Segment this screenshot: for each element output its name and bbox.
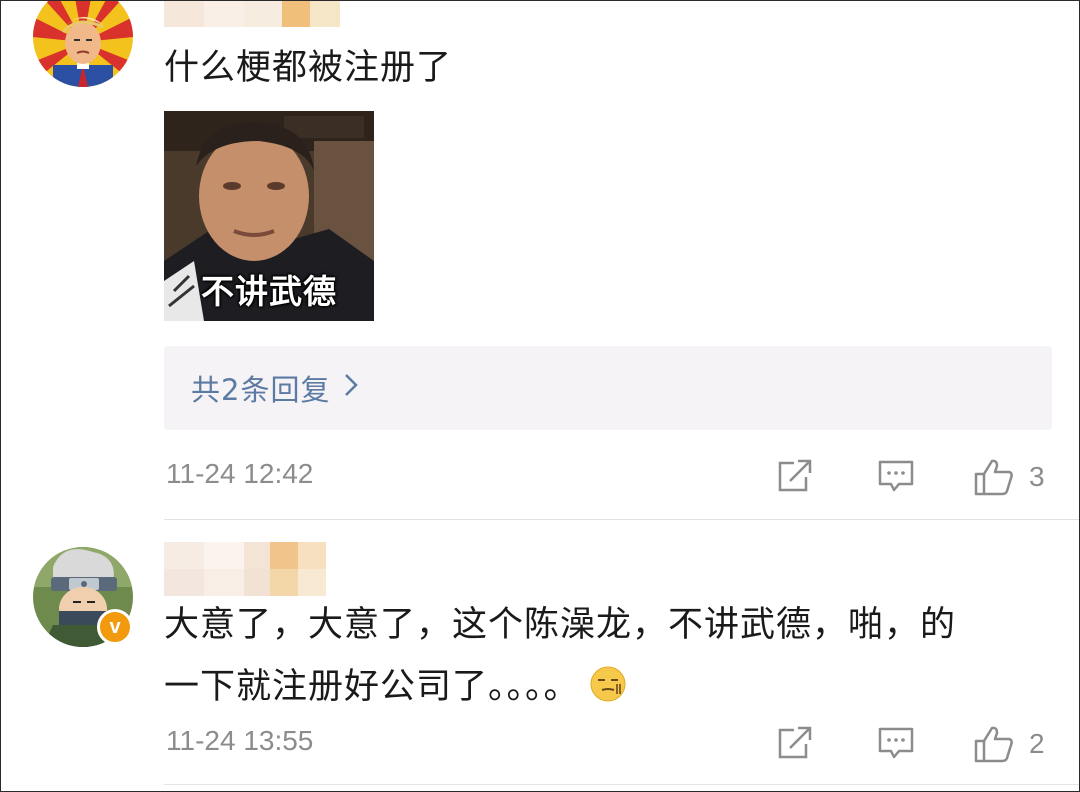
meme-image[interactable]: 不讲武德 xyxy=(164,111,374,321)
user-avatar[interactable] xyxy=(33,1,133,87)
comment-text: 什么梗都被注册了 xyxy=(164,48,453,88)
smirk-emoji-icon xyxy=(590,666,626,702)
timestamp: 11-24 12:42 xyxy=(166,458,314,489)
comment-icon xyxy=(878,727,914,759)
comment-meta: 11-24 12:42 3 xyxy=(1,451,1079,501)
divider xyxy=(164,784,1079,785)
like-button[interactable]: 3 xyxy=(973,457,1045,497)
verified-badge: v xyxy=(97,609,133,645)
share-icon xyxy=(778,459,812,492)
comment-icon xyxy=(878,460,914,492)
meme-caption: 不讲武德 xyxy=(201,272,337,311)
comment-item: 什么梗都被注册了 不讲武德 共2条回复 11-24 12:42 3 xyxy=(1,1,1079,519)
chevron-right-icon xyxy=(344,373,359,404)
reply-button[interactable] xyxy=(877,724,915,766)
username-blurred[interactable] xyxy=(164,542,326,596)
comment-item: v 大意了，大意了，这个陈澡龙，不讲武德，啪，的 一下就注册好公司了。。。。 1… xyxy=(1,520,1079,791)
comment-list: 什么梗都被注册了 不讲武德 共2条回复 11-24 12:42 3 v 大意了，… xyxy=(0,0,1080,792)
like-button[interactable]: 2 xyxy=(973,724,1045,764)
timestamp: 11-24 13:55 xyxy=(166,725,314,756)
thumbs-up-icon xyxy=(974,726,1013,763)
comment-text: 大意了，大意了，这个陈澡龙，不讲武德，啪，的 一下就注册好公司了。。。。 xyxy=(164,594,1064,718)
reply-button[interactable] xyxy=(877,457,915,499)
share-icon xyxy=(778,726,812,759)
share-button[interactable] xyxy=(776,724,814,766)
like-count: 2 xyxy=(1029,728,1045,759)
replies-label: 共2条回复 xyxy=(191,373,331,407)
cartoon-avatar-icon xyxy=(33,1,133,87)
comment-text-line: 一下就注册好公司了。。。。 xyxy=(164,667,580,707)
username-blurred[interactable] xyxy=(164,1,340,27)
view-replies-button[interactable]: 共2条回复 xyxy=(164,346,1052,430)
comment-text-line-2: 一下就注册好公司了。。。。 xyxy=(164,656,1064,718)
comment-text-line: 大意了，大意了，这个陈澡龙，不讲武德，啪，的 xyxy=(164,605,957,645)
thumbs-up-icon xyxy=(974,459,1013,496)
comment-meta: 11-24 13:55 2 xyxy=(1,718,1079,768)
share-button[interactable] xyxy=(776,457,814,499)
like-count: 3 xyxy=(1029,461,1045,492)
